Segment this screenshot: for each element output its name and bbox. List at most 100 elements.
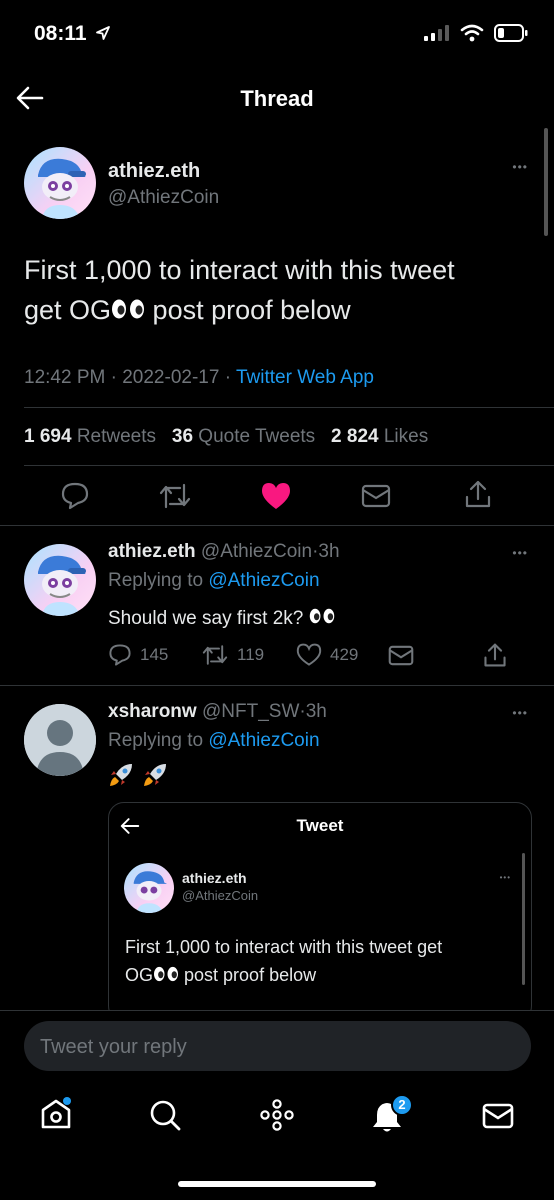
reply-author-name[interactable]: athiez.eth xyxy=(108,541,196,562)
divider xyxy=(24,407,554,408)
author-handle[interactable]: @AthiezCoin xyxy=(108,187,219,209)
reply-text-content: Should we say first 2k? xyxy=(108,608,304,629)
tweet-text-line2-post: post proof below xyxy=(145,295,351,325)
retweets-stat[interactable]: 1 694 Retweets xyxy=(24,426,156,447)
tweet-source-link[interactable]: Twitter Web App xyxy=(236,367,374,388)
eyes-emoji-icon xyxy=(154,966,179,982)
tweet-time: 12:42 PM xyxy=(24,367,106,388)
default-avatar-icon xyxy=(24,704,96,776)
replying-to: Replying to @AthiezCoin xyxy=(108,730,320,752)
home-indicator[interactable] xyxy=(178,1181,376,1187)
home-icon[interactable] xyxy=(38,1096,74,1132)
rocket-emoji-icon xyxy=(110,764,132,786)
status-icons xyxy=(424,24,528,42)
embed-text-line2-pre: OG xyxy=(125,965,154,985)
reply-header: athiez.eth @AthiezCoin·3h xyxy=(108,541,340,563)
clock-text: 08:11 xyxy=(34,22,87,45)
more-options-icon: ••• xyxy=(499,873,511,882)
divider xyxy=(0,685,554,686)
location-arrow-icon xyxy=(96,26,111,40)
tweet-text: First 1,000 to interact with this tweet … xyxy=(24,250,534,330)
quotes-stat[interactable]: 36 Quote Tweets xyxy=(172,426,315,447)
reply-author-handle[interactable]: @AthiezCoin xyxy=(201,541,312,562)
reply-input-placeholder: Tweet your reply xyxy=(40,1036,187,1058)
retweet-count: 119 xyxy=(237,645,265,664)
notifications-tab[interactable]: 2 xyxy=(368,1094,413,1134)
reply-icon[interactable] xyxy=(60,481,90,511)
meta-sep: · xyxy=(110,367,117,388)
meta-sep: · xyxy=(224,367,232,388)
avatar xyxy=(124,863,174,913)
retweet-icon[interactable] xyxy=(158,481,192,511)
reply-age: 3h xyxy=(305,701,327,722)
more-options-icon[interactable]: ••• xyxy=(512,160,528,174)
retweet-icon xyxy=(202,645,228,665)
reply-author-handle[interactable]: @NFT_SW xyxy=(202,701,299,722)
more-options-icon[interactable]: ••• xyxy=(512,546,528,560)
more-options-icon[interactable]: ••• xyxy=(512,706,528,720)
avatar[interactable] xyxy=(24,544,96,616)
wifi-icon xyxy=(460,24,484,42)
replying-to: Replying to @AthiezCoin xyxy=(108,570,320,592)
tweet-meta: 12:42 PM · 2022-02-17 · Twitter Web App xyxy=(24,367,374,389)
retweets-label: Retweets xyxy=(76,426,157,447)
reply-count: 145 xyxy=(140,645,169,664)
skull-avatar-icon xyxy=(38,555,86,616)
share-dm-icon[interactable] xyxy=(361,484,391,508)
replying-to-handle[interactable]: @AthiezCoin xyxy=(208,570,319,591)
signal-icon xyxy=(424,25,449,41)
author-name[interactable]: athiez.eth xyxy=(108,160,200,183)
reply-age: 3h xyxy=(318,541,340,562)
quotes-label: Quote Tweets xyxy=(198,426,316,447)
tweet-text-line1: First 1,000 to interact with this tweet xyxy=(24,255,455,285)
rocket-emoji-icon xyxy=(144,764,167,786)
search-icon[interactable] xyxy=(148,1098,182,1132)
divider xyxy=(24,465,554,466)
divider xyxy=(0,525,554,526)
page-title: Thread xyxy=(240,86,314,111)
notifications-badge: 2 xyxy=(391,1094,413,1116)
like-count: 429 xyxy=(330,645,359,664)
like-button[interactable]: 429 xyxy=(296,643,358,667)
retweet-button[interactable]: 119 xyxy=(201,643,264,667)
reply-icon xyxy=(109,644,131,666)
eyes-emoji-icon xyxy=(112,299,145,319)
divider xyxy=(0,1010,554,1011)
likes-count: 2 824 xyxy=(331,426,379,447)
scrollbar[interactable] xyxy=(544,128,548,236)
embed-author-name: athiez.eth xyxy=(182,870,247,886)
share-dm-icon[interactable] xyxy=(388,645,414,666)
spaces-icon[interactable] xyxy=(258,1098,296,1132)
quotes-count: 36 xyxy=(171,426,194,447)
likes-stat[interactable]: 2 824 Likes xyxy=(331,426,428,447)
reply-author-name[interactable]: xsharonw xyxy=(108,701,197,722)
skull-avatar-icon xyxy=(133,871,168,913)
messages-icon[interactable] xyxy=(482,1103,514,1129)
replying-to-handle[interactable]: @AthiezCoin xyxy=(208,730,319,751)
eyes-emoji-icon xyxy=(309,608,334,624)
reply-button[interactable]: 145 xyxy=(108,643,168,667)
avatar[interactable] xyxy=(24,704,96,776)
status-time: 08:11 xyxy=(34,22,111,46)
heart-outline-icon xyxy=(296,643,322,666)
embed-text-line2-post: post proof below xyxy=(179,965,317,985)
embed-title: Tweet xyxy=(296,816,344,835)
tweet-text-line2-pre: get OG xyxy=(24,295,112,325)
tweet-date: 2022-02-17 xyxy=(122,367,220,388)
likes-label: Likes xyxy=(383,426,429,447)
rocket-emojis xyxy=(108,762,168,793)
like-heart-icon[interactable] xyxy=(260,481,292,511)
retweets-count: 1 694 xyxy=(24,426,72,447)
embed-author-handle: @AthiezCoin xyxy=(182,888,259,903)
embed-tweet-text: First 1,000 to interact with this tweet … xyxy=(125,933,525,989)
avatar[interactable] xyxy=(24,147,96,219)
reply-header: xsharonw @NFT_SW·3h xyxy=(108,701,327,723)
embedded-image[interactable]: Tweet athiez.eth @AthiezCoin ••• First 1… xyxy=(108,802,532,1022)
replying-to-label: Replying to xyxy=(108,730,204,751)
share-icon[interactable] xyxy=(463,479,493,509)
engagement-stats: 1 694 Retweets 36 Quote Tweets 2 824 Lik… xyxy=(24,426,428,448)
share-icon[interactable] xyxy=(482,642,508,668)
skull-avatar-icon xyxy=(38,158,86,219)
embed-text-line1: First 1,000 to interact with this tweet … xyxy=(125,937,443,957)
replying-to-label: Replying to xyxy=(108,570,204,591)
